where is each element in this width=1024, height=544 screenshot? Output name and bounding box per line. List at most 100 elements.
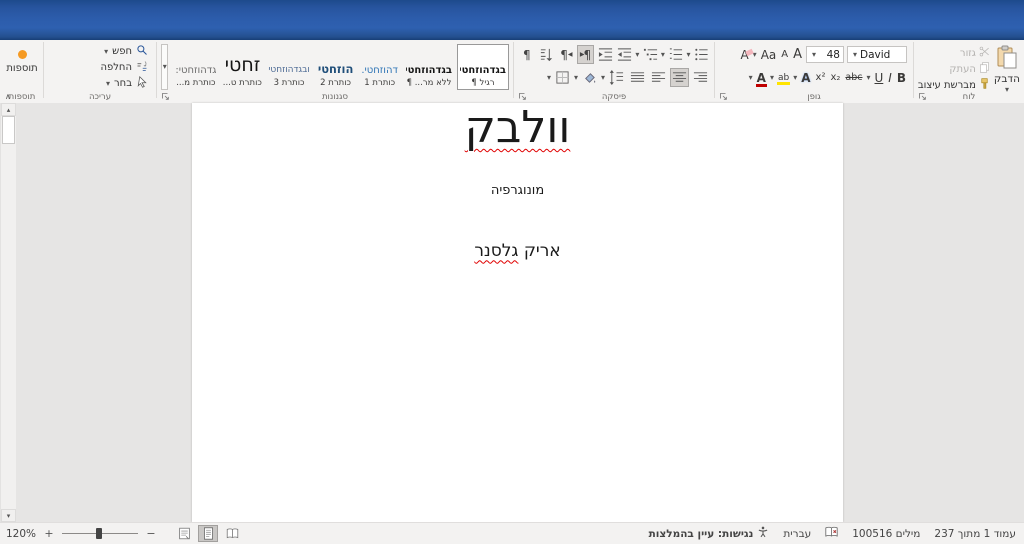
document-subtitle: מונוגרפיה xyxy=(192,183,843,198)
collapse-ribbon-button[interactable]: ∧ xyxy=(5,92,11,101)
style-name: רגיל ¶ xyxy=(471,78,494,88)
ltr-text-direction-button[interactable]: ◀¶ xyxy=(557,45,575,64)
text-effects-button[interactable]: A xyxy=(800,70,811,86)
title-bar xyxy=(0,0,1024,40)
font-group-label: גופן xyxy=(715,92,913,102)
scrollbar-up-arrow[interactable]: ▴ xyxy=(1,103,16,116)
paste-clipboard-icon xyxy=(996,45,1018,72)
language-indicator[interactable]: עברית xyxy=(783,528,811,540)
zoom-slider-thumb[interactable] xyxy=(96,528,102,539)
replace-icon xyxy=(136,60,148,75)
zoom-level-indicator[interactable]: 120% xyxy=(6,528,36,540)
addins-button[interactable]: תוספות xyxy=(5,44,39,74)
scrollbar-thumb[interactable] xyxy=(2,116,15,144)
document-page[interactable]: וולבק מונוגרפיה אריק גלסנר xyxy=(192,103,843,522)
decrease-indent-button[interactable] xyxy=(616,45,634,64)
chevron-down-icon: ▾ xyxy=(793,74,797,82)
proofing-status-button[interactable] xyxy=(825,526,838,541)
rtl-text-direction-button[interactable]: ¶▶ xyxy=(577,45,595,64)
zoom-in-button[interactable]: + xyxy=(44,527,54,540)
zoom-out-button[interactable]: − xyxy=(146,527,156,540)
web-layout-view-button[interactable] xyxy=(174,525,194,542)
copy-button[interactable]: העתק xyxy=(918,62,990,76)
subscript-button[interactable]: x₂ xyxy=(829,71,841,84)
select-button[interactable]: בחר ▾ xyxy=(48,76,148,91)
zoom-slider[interactable] xyxy=(62,533,138,534)
chevron-down-icon: ▾ xyxy=(163,63,167,71)
show-paragraph-marks-button[interactable]: ¶ xyxy=(518,45,536,64)
style-preview: הוזחטי xyxy=(318,63,354,76)
clear-formatting-button[interactable]: A xyxy=(739,47,749,63)
chevron-down-icon: ▾ xyxy=(770,74,774,82)
page-number-indicator[interactable]: עמוד 1 מתוך 237 xyxy=(934,528,1016,540)
accessibility-checker-button[interactable]: נגישות: עיין בהמלצות xyxy=(649,526,770,541)
font-size-combo[interactable]: ▾ 48 xyxy=(806,46,844,63)
document-title: וולבק xyxy=(192,104,843,152)
strikethrough-button[interactable]: abc xyxy=(844,71,863,84)
pilcrow-icon: ¶ xyxy=(523,48,531,62)
align-left-button[interactable] xyxy=(649,68,668,87)
chevron-down-icon: ▾ xyxy=(812,51,816,59)
borders-button[interactable] xyxy=(553,68,572,87)
underline-button[interactable]: U xyxy=(874,70,885,86)
scissors-icon xyxy=(979,46,990,60)
text-highlight-button[interactable]: ab xyxy=(777,72,790,84)
font-color-button[interactable]: A xyxy=(756,70,767,86)
shading-button[interactable] xyxy=(580,68,599,87)
align-center-button[interactable] xyxy=(670,68,689,87)
find-button[interactable]: חפש ▾ xyxy=(48,44,148,59)
word-count-indicator[interactable]: 100516 מילים xyxy=(852,528,920,540)
justify-button[interactable] xyxy=(628,68,647,87)
style-card-heading3[interactable]: ובגדהוזחטי כותרת 3 xyxy=(265,44,312,90)
find-label: חפש xyxy=(112,46,132,57)
style-card-subtitle[interactable]: גדהוזחטי: כותרת מ... xyxy=(172,44,219,90)
clipboard-group-label: לוח xyxy=(914,92,1024,102)
bullets-button[interactable] xyxy=(692,45,710,64)
superscript-button[interactable]: x² xyxy=(815,71,827,84)
multilevel-list-button[interactable] xyxy=(641,45,659,64)
paste-button[interactable]: הדבק ▾ xyxy=(994,44,1020,90)
style-card-no-spacing[interactable]: בגדהוזחטי ללא מר... ¶ xyxy=(403,44,455,90)
font-dialog-launcher[interactable] xyxy=(718,91,728,101)
style-preview: גדהוזחטי: xyxy=(175,65,216,76)
read-mode-view-button[interactable] xyxy=(222,525,242,542)
sort-button[interactable] xyxy=(538,45,556,64)
change-case-button[interactable]: Aa xyxy=(760,47,778,63)
replace-button[interactable]: החלפה xyxy=(48,60,148,75)
chevron-down-icon: ▾ xyxy=(635,51,639,59)
increase-indent-button[interactable] xyxy=(596,45,614,64)
print-layout-view-button[interactable] xyxy=(198,525,218,542)
style-card-heading2[interactable]: הוזחטי כותרת 2 xyxy=(315,44,357,90)
styles-dialog-launcher[interactable] xyxy=(160,91,170,101)
paragraph-group-label: פיסקה xyxy=(514,92,714,102)
line-spacing-button[interactable] xyxy=(607,68,626,87)
pilcrow-icon: ¶ xyxy=(560,48,568,62)
bold-button[interactable]: B xyxy=(896,70,907,86)
grow-font-button[interactable]: A xyxy=(792,46,803,63)
style-name: כותרת 3 xyxy=(274,78,305,88)
document-author: אריק גלסנר xyxy=(192,241,843,261)
clipboard-dialog-launcher[interactable] xyxy=(917,91,927,101)
chevron-down-icon: ▾ xyxy=(601,74,605,82)
view-shortcuts xyxy=(174,525,242,542)
paste-label: הדבק xyxy=(994,73,1020,85)
styles-gallery-more-button[interactable]: ▾ xyxy=(161,44,168,90)
vertical-scrollbar[interactable]: ▴ ▾ xyxy=(0,103,16,522)
chevron-down-icon: ▾ xyxy=(853,51,857,59)
paragraph-dialog-launcher[interactable] xyxy=(517,91,527,101)
scrollbar-down-arrow[interactable]: ▾ xyxy=(1,509,16,522)
format-painter-brush-icon xyxy=(979,78,990,92)
style-card-title[interactable]: זחטי' כותרת ט... xyxy=(221,44,263,90)
font-size-value: 48 xyxy=(827,49,840,61)
style-card-normal[interactable]: בגדהוזחטי רגיל ¶ xyxy=(457,44,509,90)
italic-button[interactable]: I xyxy=(887,70,893,86)
numbering-button[interactable] xyxy=(667,45,685,64)
format-painter-button[interactable]: מברשת עיצוב xyxy=(918,78,990,92)
style-card-heading1[interactable]: דהוזחטי. כותרת 1 xyxy=(358,44,401,90)
ribbon-home-tab: הדבק ▾ גזור העתק xyxy=(0,40,1024,104)
font-name-combo[interactable]: ▾ David xyxy=(847,46,907,63)
shrink-font-button[interactable]: A xyxy=(780,48,789,61)
arrow-left-icon: ◀ xyxy=(568,51,573,58)
align-right-button[interactable] xyxy=(691,68,710,87)
cut-button[interactable]: גזור xyxy=(918,46,990,60)
